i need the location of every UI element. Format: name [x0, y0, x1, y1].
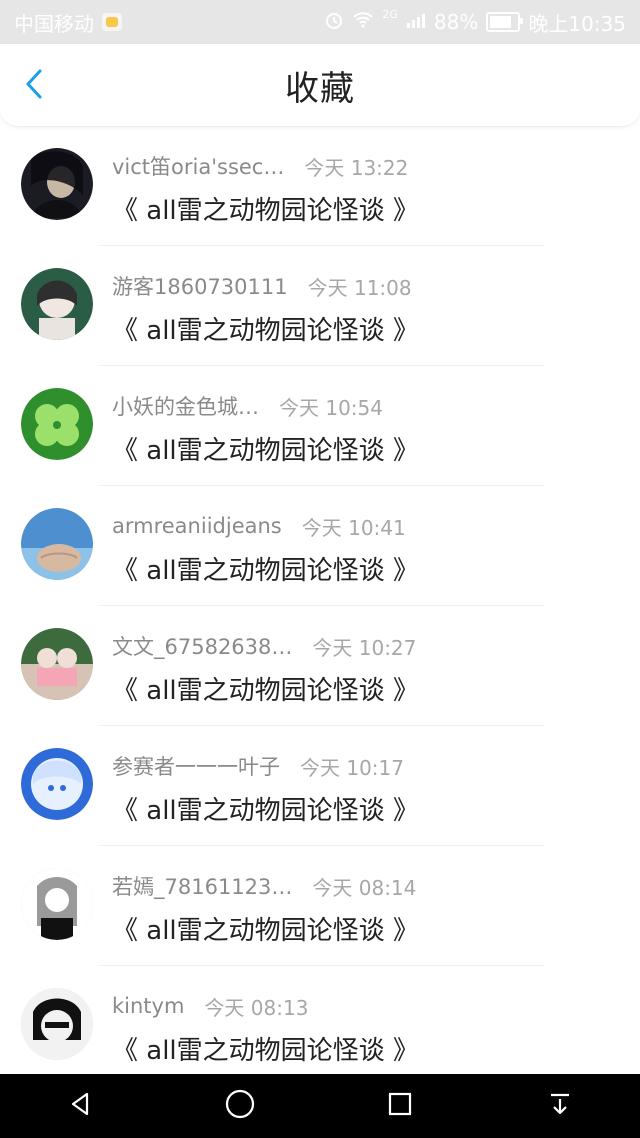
user-name: 参赛者一一一叶子 [112, 755, 280, 779]
timestamp: 今天 10:54 [279, 395, 383, 420]
back-triangle-icon [65, 1089, 95, 1123]
timestamp: 今天 08:14 [312, 875, 417, 900]
timestamp: 今天 10:41 [301, 515, 406, 540]
sim-card-icon [102, 13, 122, 31]
user-name: 小妖的金色城… [112, 395, 259, 419]
favorite-item[interactable]: 文文_67582638… 今天 10:27 《 all雷之动物园论怪谈 》 [0, 606, 640, 726]
status-time: 晚上10:35 [528, 11, 626, 36]
work-title: 《 all雷之动物园论怪谈 》 [112, 556, 419, 586]
user-name: armreaniidjeans [112, 514, 282, 538]
timestamp: 今天 08:13 [204, 995, 309, 1020]
status-left: 中国移动 [14, 8, 122, 37]
work-title: 《 all雷之动物园论怪谈 》 [112, 916, 419, 946]
timestamp: 今天 13:22 [304, 155, 409, 180]
notification-download-icon [545, 1089, 575, 1123]
user-avatar [21, 508, 93, 580]
favorite-item[interactable]: kintym 今天 08:13 《 all雷之动物园论怪谈 》 [0, 966, 640, 1086]
user-avatar [21, 148, 93, 220]
timestamp: 今天 11:08 [307, 275, 412, 300]
favorite-item[interactable]: armreaniidjeans 今天 10:41 《 all雷之动物园论怪谈 》 [0, 486, 640, 606]
wifi-icon [352, 10, 374, 34]
page-title: 收藏 [285, 68, 355, 109]
app-header: 收藏 [0, 44, 640, 127]
favorites-list: vict笛oria'ssec… 今天 13:22 《 all雷之动物园论怪谈 》 [0, 126, 640, 1086]
battery-percent: 88% [433, 10, 479, 34]
alarm-clock-icon [324, 10, 344, 35]
recents-square-icon [385, 1089, 415, 1123]
network-type: 2G [382, 7, 398, 21]
work-title: 《 all雷之动物园论怪谈 》 [112, 796, 419, 826]
item-meta: 小妖的金色城… 今天 10:54 [112, 390, 383, 422]
system-nav-bar [0, 1074, 640, 1138]
user-avatar [21, 268, 93, 340]
user-avatar [21, 988, 93, 1060]
item-meta: vict笛oria'ssec… 今天 13:22 [112, 150, 408, 182]
item-meta: 游客1860730111 今天 11:08 [112, 270, 412, 302]
nav-recents-button[interactable] [378, 1084, 422, 1128]
user-name: vict笛oria'ssec… [112, 155, 285, 179]
user-avatar [21, 388, 93, 460]
favorite-item[interactable]: 参赛者一一一叶子 今天 10:17 《 all雷之动物园论怪谈 》 [0, 726, 640, 846]
user-avatar [21, 748, 93, 820]
item-meta: kintym 今天 08:13 [112, 990, 308, 1022]
work-title: 《 all雷之动物园论怪谈 》 [112, 676, 419, 706]
item-meta: 文文_67582638… 今天 10:27 [112, 630, 416, 662]
app-screen: 中国移动 2G 88% 晚上10:35 收藏 vict笛oria'ssec… 今… [0, 0, 640, 1138]
nav-home-button[interactable] [218, 1084, 262, 1128]
nav-back-button[interactable] [58, 1084, 102, 1128]
user-name: 文文_67582638… [112, 635, 293, 659]
favorite-item[interactable]: vict笛oria'ssec… 今天 13:22 《 all雷之动物园论怪谈 》 [0, 126, 640, 246]
back-button[interactable] [18, 68, 50, 104]
work-title: 《 all雷之动物园论怪谈 》 [112, 196, 419, 226]
item-meta: 参赛者一一一叶子 今天 10:17 [112, 750, 404, 782]
home-circle-icon [224, 1088, 256, 1124]
item-meta: armreaniidjeans 今天 10:41 [112, 510, 406, 542]
favorite-item[interactable]: 小妖的金色城… 今天 10:54 《 all雷之动物园论怪谈 》 [0, 366, 640, 486]
battery-icon [486, 12, 524, 32]
user-avatar [21, 868, 93, 940]
user-avatar [21, 628, 93, 700]
user-name: 若嫣_78161123… [112, 875, 293, 899]
work-title: 《 all雷之动物园论怪谈 》 [112, 316, 419, 346]
user-name: kintym [112, 994, 185, 1018]
status-right: 2G 88% 晚上10:35 [324, 8, 626, 37]
favorite-item[interactable]: 若嫣_78161123… 今天 08:14 《 all雷之动物园论怪谈 》 [0, 846, 640, 966]
status-bar: 中国移动 2G 88% 晚上10:35 [0, 0, 640, 44]
timestamp: 今天 10:17 [300, 755, 404, 780]
work-title: 《 all雷之动物园论怪谈 》 [112, 436, 419, 466]
carrier-label: 中国移动 [14, 11, 94, 36]
back-chevron-icon [23, 68, 45, 104]
favorite-item[interactable]: 游客1860730111 今天 11:08 《 all雷之动物园论怪谈 》 [0, 246, 640, 366]
timestamp: 今天 10:27 [312, 635, 417, 660]
item-meta: 若嫣_78161123… 今天 08:14 [112, 870, 416, 902]
nav-notification-button[interactable] [538, 1084, 582, 1128]
signal-bars-icon [406, 10, 426, 34]
user-name: 游客1860730111 [112, 275, 288, 299]
work-title: 《 all雷之动物园论怪谈 》 [112, 1036, 419, 1066]
